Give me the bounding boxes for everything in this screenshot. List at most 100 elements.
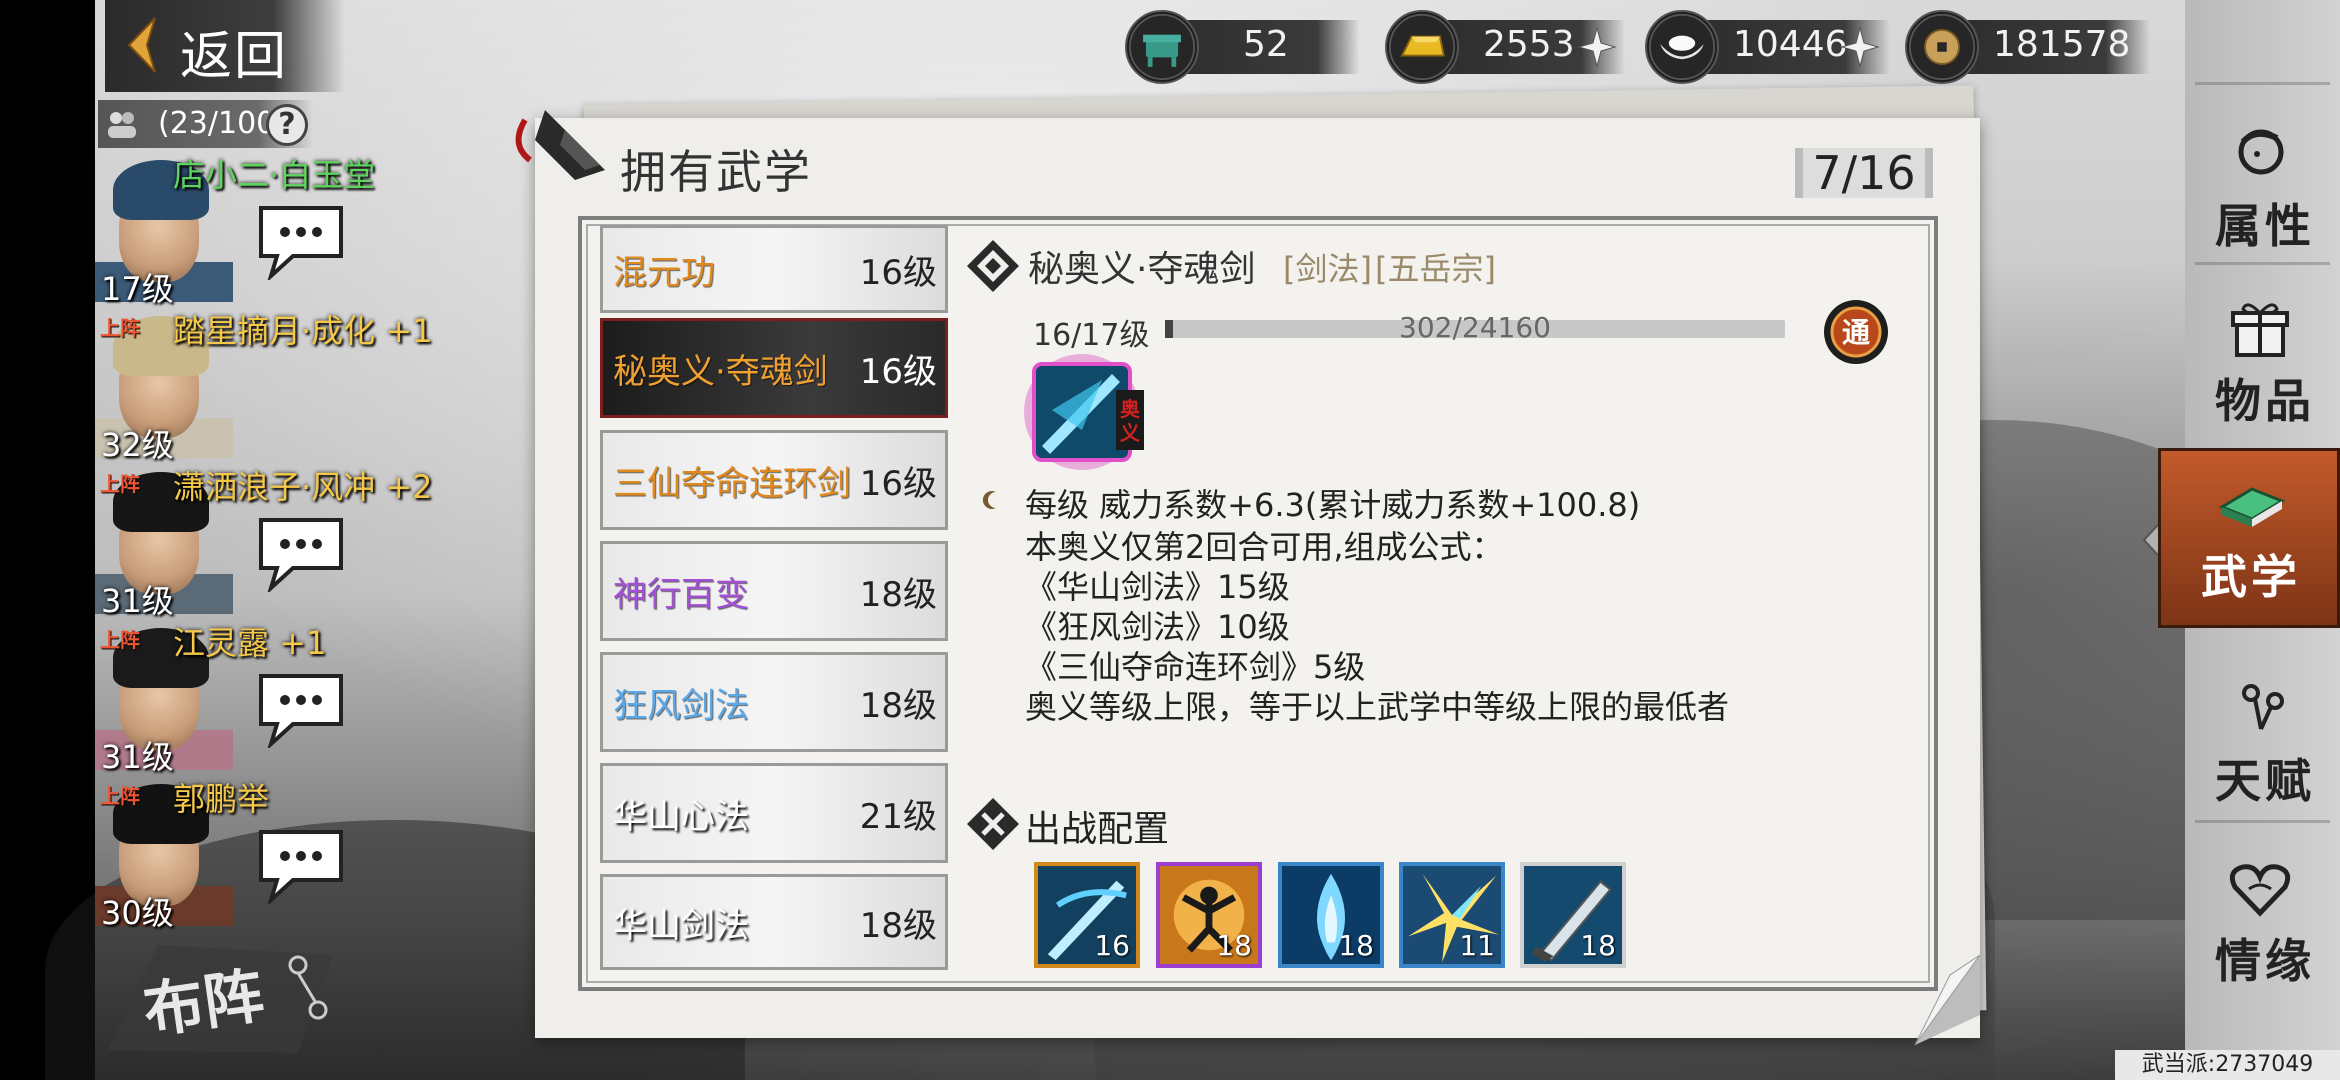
skill-level: 16级: [859, 252, 937, 293]
skill-list-item[interactable]: 混元功 16级: [600, 225, 948, 313]
battle-skill-level: 18: [1216, 929, 1252, 962]
troops-icon: [108, 112, 136, 138]
currency-copper-value: 181578: [1993, 24, 2131, 65]
skill-list-item[interactable]: 狂风剑法 18级: [600, 652, 948, 752]
character-card[interactable]: 17级 店小二·白玉堂: [95, 152, 445, 308]
character-name: 郭鹏举: [173, 780, 270, 818]
currency-copper[interactable]: 181578: [1905, 10, 2150, 84]
currency-gold-value: 2553: [1483, 24, 1575, 65]
character-level: 31级: [101, 582, 174, 620]
sidebar-item-label: 物品: [2215, 374, 2315, 428]
skill-name: 秘奥义·夺魂剑: [613, 351, 828, 392]
dart-icon: [515, 110, 605, 180]
skill-list-item[interactable]: 华山剑法 18级: [600, 874, 948, 970]
character-card[interactable]: 上阵 32级 踏星摘月·成化 +1: [95, 308, 445, 464]
sidebar-item-label: 情缘: [2215, 934, 2315, 988]
diamond-bullet-icon: [967, 240, 1019, 292]
skill-detail-name: 秘奥义·夺魂剑: [1028, 249, 1256, 290]
sidebar-item-items[interactable]: 物品: [2185, 285, 2340, 435]
gift-box-icon: [2231, 303, 2289, 357]
formation-button[interactable]: 布阵: [98, 935, 348, 1060]
skill-level: 18级: [859, 905, 937, 946]
page-curl-decoration: [1914, 955, 1980, 1045]
character-name: 踏星摘月·成化 +1: [173, 312, 433, 350]
battle-config-title: 出战配置: [1025, 809, 1170, 850]
battle-skill-level: 11: [1459, 929, 1495, 962]
book-icon: [2218, 487, 2286, 527]
roster-count: (23/100 ?: [98, 100, 313, 148]
skill-type-tag: [剑法]: [1283, 250, 1372, 288]
character-name: 潇洒浪子·风冲 +2: [173, 468, 433, 506]
character-name: 店小二·白玉堂: [173, 156, 376, 194]
skill-level: 16级: [859, 463, 937, 504]
sidebar-item-label: 天赋: [2215, 754, 2315, 808]
battle-skill-slot[interactable]: 18: [1520, 862, 1626, 968]
mastery-badge-icon[interactable]: 通: [1818, 296, 1894, 372]
skill-sect-tag: [五岳宗]: [1375, 250, 1496, 288]
deployed-badge: 上阵: [100, 472, 140, 496]
character-name: 江灵露 +1: [173, 624, 327, 662]
character-card[interactable]: 上阵 31级 潇洒浪子·风冲 +2: [95, 464, 445, 620]
currency-stamina[interactable]: 52: [1125, 10, 1360, 84]
currency-stamina-value: 52: [1243, 24, 1289, 65]
skill-name: 三仙夺命连环剑: [613, 463, 851, 504]
currency-silver[interactable]: 10446: [1645, 10, 1890, 84]
battle-skill-slot[interactable]: 18: [1156, 862, 1262, 968]
battle-skill-level: 16: [1094, 929, 1130, 962]
sidebar-item-bonds[interactable]: 情缘: [2185, 845, 2340, 995]
currency-silver-value: 10446: [1733, 24, 1848, 65]
skill-effect-line: 每级 威力系数+6.3(累计威力系数+100.8): [1025, 486, 1641, 524]
back-button[interactable]: 返回: [105, 0, 345, 92]
svg-text:奥: 奥: [1120, 397, 1141, 421]
skill-level: 21级: [859, 796, 937, 837]
skill-level-progress: 16/17级: [1033, 318, 1150, 353]
add-gold-icon[interactable]: [1577, 26, 1617, 68]
chat-bubble-icon[interactable]: [253, 200, 349, 280]
silver-ingot-icon: [1645, 10, 1719, 84]
add-silver-icon[interactable]: [1840, 26, 1880, 68]
chevron-left-icon: [127, 17, 156, 73]
sidebar-item-martial-arts[interactable]: 武学: [2158, 448, 2340, 628]
help-icon[interactable]: ?: [266, 104, 308, 146]
chat-bubble-icon[interactable]: [253, 824, 349, 904]
character-card[interactable]: 上阵 30级 郭鹏举: [95, 776, 445, 932]
battle-skill-slot[interactable]: 11: [1399, 862, 1505, 968]
battle-skill-slot[interactable]: 16: [1034, 862, 1140, 968]
skill-list-item[interactable]: 华山心法 21级: [600, 763, 948, 863]
deployed-badge: 上阵: [100, 628, 140, 652]
skill-name: 狂风剑法: [613, 685, 749, 726]
back-label: 返回: [180, 27, 289, 87]
skill-list-item-selected[interactable]: 秘奥义·夺魂剑 16级: [600, 318, 948, 418]
skill-list-item[interactable]: 神行百变 18级: [600, 541, 948, 641]
battle-skill-level: 18: [1580, 929, 1616, 962]
skill-list-item[interactable]: 三仙夺命连环剑 16级: [600, 430, 948, 530]
deployed-badge: 上阵: [100, 316, 140, 340]
roster-count-text: (23/100: [158, 106, 268, 141]
deployed-badge: 上阵: [100, 784, 140, 808]
battle-skill-level: 18: [1338, 929, 1374, 962]
crossed-diamond-icon: [967, 798, 1019, 850]
skill-name: 混元功: [613, 252, 715, 293]
character-level: 30级: [101, 894, 174, 932]
character-head-icon: [2238, 129, 2284, 175]
svg-text:义: 义: [1120, 421, 1140, 445]
skill-name: 华山剑法: [613, 905, 749, 946]
skill-level: 18级: [859, 574, 937, 615]
character-level: 32级: [101, 426, 174, 464]
chat-bubble-icon[interactable]: [253, 668, 349, 748]
skill-art-icon: 奥 义: [1024, 354, 1144, 470]
sidebar-item-attributes[interactable]: 属性: [2185, 110, 2340, 260]
sidebar-item-talents[interactable]: 天赋: [2185, 665, 2340, 815]
sidebar-item-label: 武学: [2201, 550, 2301, 604]
crescent-bullet-icon: [982, 491, 996, 509]
chat-bubble-icon[interactable]: [253, 512, 349, 592]
character-level: 31级: [101, 738, 174, 776]
battle-skill-slot[interactable]: 18: [1278, 862, 1384, 968]
formation-label: 布阵: [139, 960, 269, 1047]
panel-title: 拥有武学: [620, 145, 812, 199]
currency-gold[interactable]: 2553: [1385, 10, 1625, 84]
skill-name: 华山心法: [613, 796, 749, 837]
gold-bar-icon: [1385, 10, 1459, 84]
exp-text: 302/24160: [1399, 311, 1551, 344]
character-card[interactable]: 上阵 31级 江灵露 +1: [95, 620, 445, 776]
